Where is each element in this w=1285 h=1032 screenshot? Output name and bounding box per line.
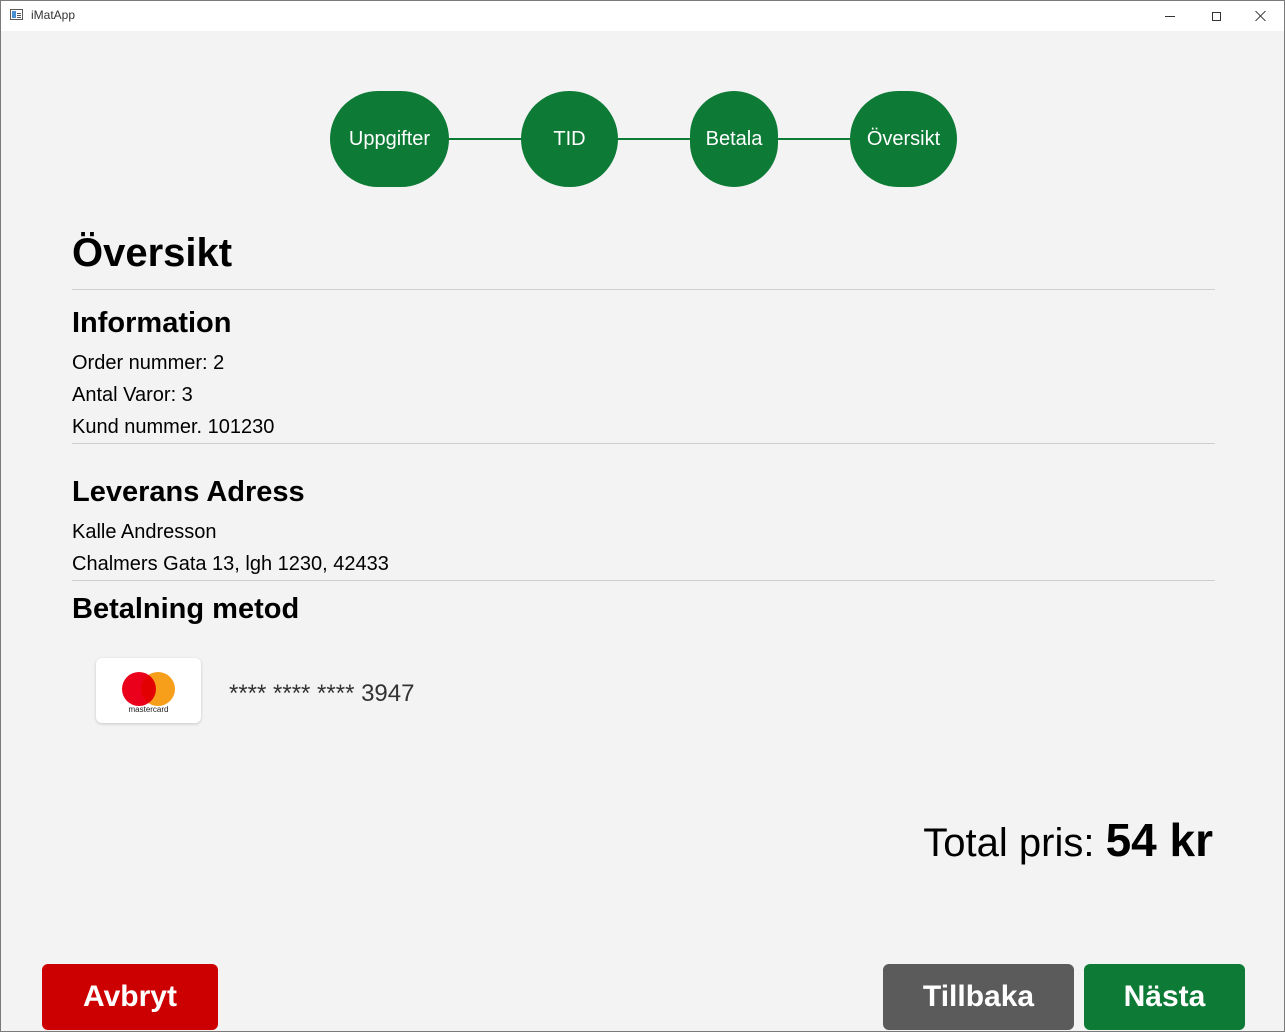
divider — [72, 443, 1215, 444]
app-window: iMatApp Uppgifter TID Betala Översikt Öv… — [0, 0, 1285, 1032]
maximize-icon — [1211, 11, 1221, 21]
delivery-name: Kalle Andresson — [72, 521, 217, 543]
step-connector — [441, 138, 531, 140]
mastercard-logo: mastercard — [96, 658, 201, 723]
minimize-button[interactable] — [1147, 1, 1193, 31]
close-icon — [1255, 10, 1267, 22]
step-betala[interactable]: Betala — [690, 91, 778, 187]
step-oversikt[interactable]: Översikt — [850, 91, 957, 187]
checkout-stepper: Uppgifter TID Betala Översikt — [1, 91, 1284, 187]
close-window-button[interactable] — [1238, 1, 1284, 31]
step-tid[interactable]: TID — [521, 91, 618, 187]
step-connector — [611, 138, 696, 140]
minimize-icon — [1165, 15, 1175, 17]
payment-heading: Betalning metod — [72, 593, 300, 625]
total-label: Total pris: — [923, 821, 1106, 865]
title-bar: iMatApp — [1, 1, 1284, 31]
maximize-button[interactable] — [1193, 1, 1239, 31]
total-value: 54 kr — [1105, 814, 1213, 866]
app-icon — [10, 9, 23, 20]
order-number: Order nummer: 2 — [72, 352, 225, 374]
page-title: Översikt — [72, 231, 233, 275]
total-price: Total pris: 54 kr — [923, 813, 1213, 867]
information-heading: Information — [72, 307, 232, 339]
customer-number: Kund nummer. 101230 — [72, 416, 275, 438]
step-connector — [771, 138, 856, 140]
divider — [72, 289, 1215, 290]
cancel-button[interactable]: Avbryt — [42, 964, 218, 1030]
step-uppgifter[interactable]: Uppgifter — [330, 91, 449, 187]
card-number: **** **** **** 3947 — [229, 680, 415, 707]
next-button[interactable]: Nästa — [1084, 964, 1245, 1030]
back-button[interactable]: Tillbaka — [883, 964, 1074, 1030]
delivery-heading: Leverans Adress — [72, 476, 305, 508]
mastercard-wordmark: mastercard — [128, 705, 169, 714]
item-count: Antal Varor: 3 — [72, 384, 193, 406]
window-title: iMatApp — [31, 8, 76, 22]
delivery-address: Chalmers Gata 13, lgh 1230, 42433 — [72, 553, 389, 575]
divider — [72, 580, 1215, 581]
